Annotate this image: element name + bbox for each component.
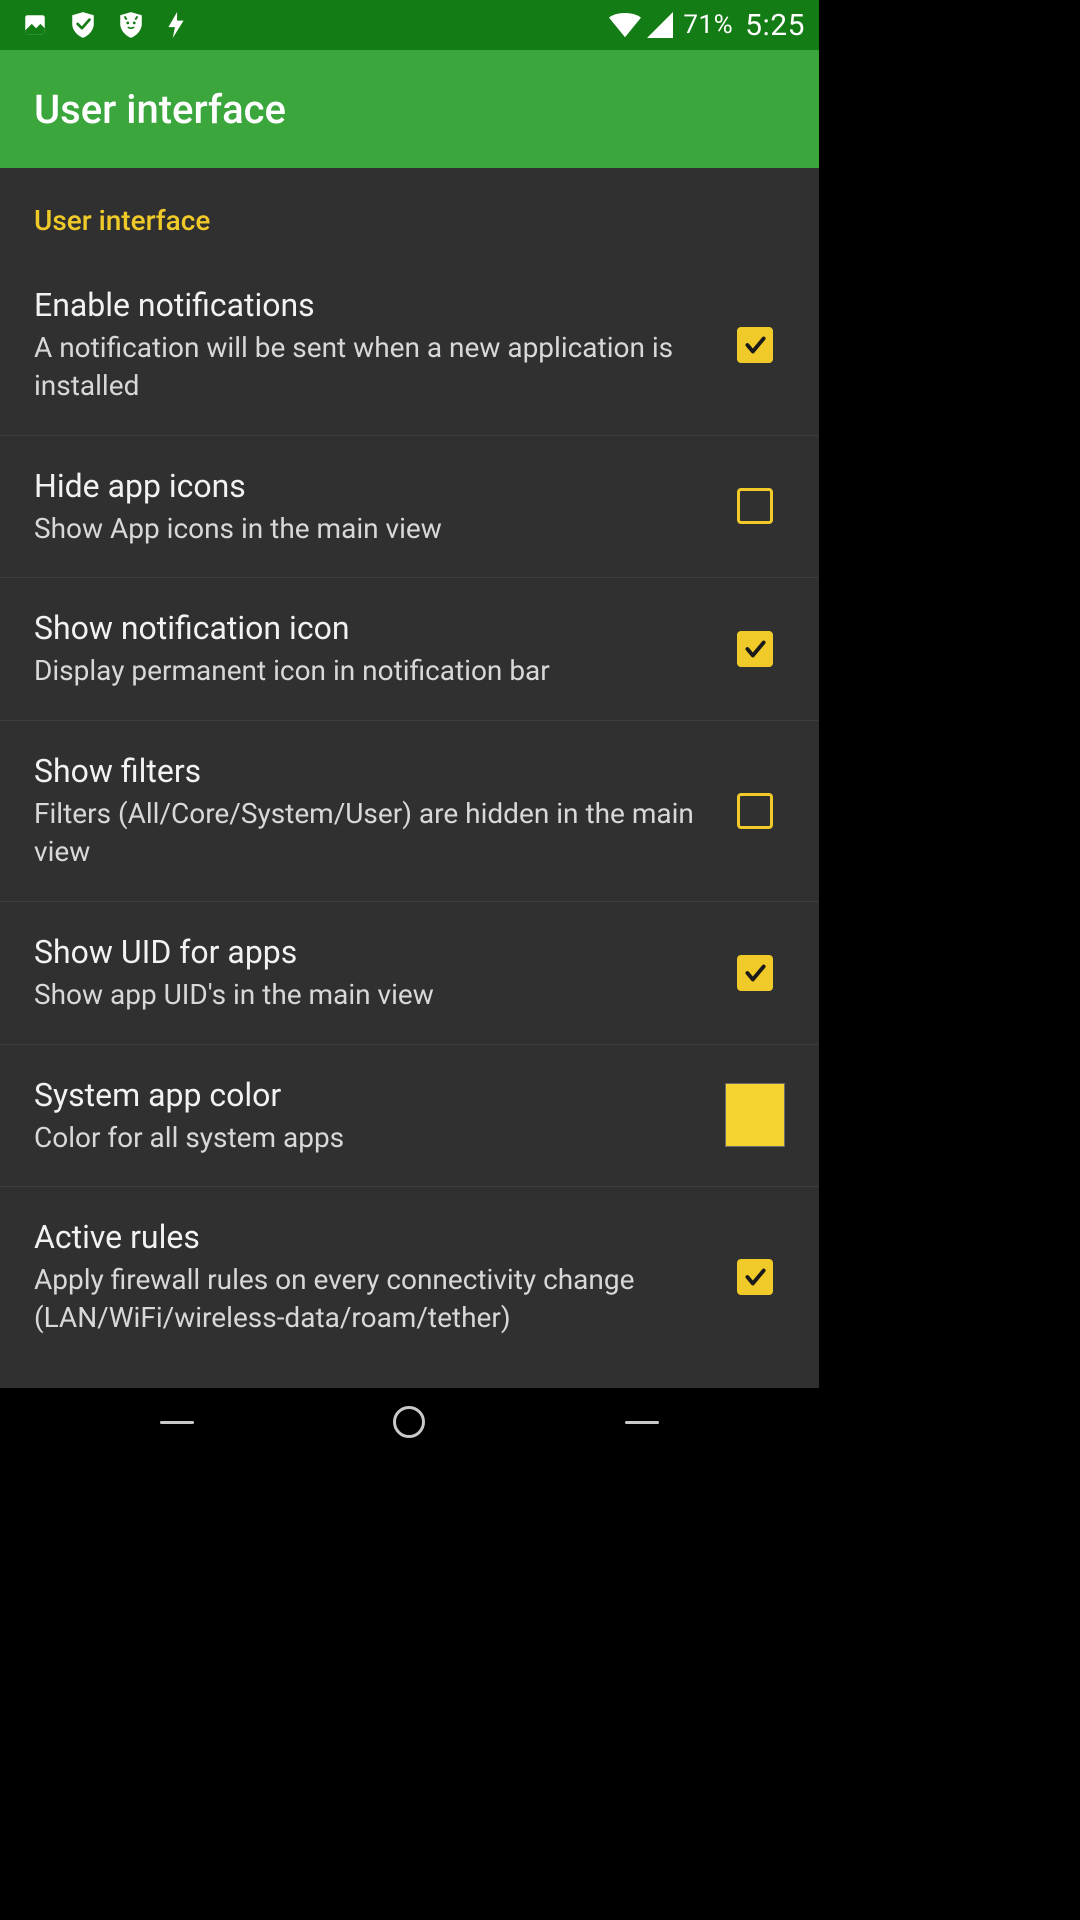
setting-control [725,488,785,524]
setting-subtitle: Show app UID's in the main view [34,976,701,1014]
battery-percentage: 71% [683,10,733,40]
checkbox[interactable] [737,327,773,363]
setting-text: Hide app icons Show App icons in the mai… [34,466,725,548]
settings-list[interactable]: User interface Enable notifications A no… [0,168,819,1388]
setting-title: Show notification icon [34,608,701,648]
setting-subtitle: Display permanent icon in notification b… [34,652,701,690]
clock: 5:25 [745,8,805,43]
setting-row-enable-notifications[interactable]: Enable notifications A notification will… [0,255,819,436]
bolt-icon [166,12,186,38]
setting-title: System app color [34,1075,701,1115]
setting-control [725,1083,785,1147]
nav-back-button[interactable] [160,1421,194,1424]
app-bar: User interface [0,50,819,168]
shield-check-icon [70,11,96,39]
setting-control [725,793,785,829]
nav-home-button[interactable] [393,1406,425,1438]
setting-subtitle: A notification will be sent when a new a… [34,329,701,405]
checkbox[interactable] [737,793,773,829]
checkbox[interactable] [737,955,773,991]
setting-row-show-uid[interactable]: Show UID for apps Show app UID's in the … [0,902,819,1045]
setting-control [725,327,785,363]
setting-row-hide-app-icons[interactable]: Hide app icons Show App icons in the mai… [0,436,819,579]
color-swatch[interactable] [725,1083,785,1147]
setting-text: Enable notifications A notification will… [34,285,725,405]
checkbox[interactable] [737,1259,773,1295]
setting-row-system-app-color[interactable]: System app color Color for all system ap… [0,1045,819,1188]
checkbox[interactable] [737,631,773,667]
status-bar-left [10,11,186,39]
setting-row-active-rules[interactable]: Active rules Apply firewall rules on eve… [0,1187,819,1367]
setting-text: System app color Color for all system ap… [34,1075,725,1157]
navigation-bar [0,1388,819,1456]
setting-subtitle: Apply firewall rules on every connectivi… [34,1261,701,1337]
wifi-icon [609,12,641,38]
page-title: User interface [34,86,286,133]
cellular-icon [647,12,673,38]
setting-text: Show UID for apps Show app UID's in the … [34,932,725,1014]
checkbox[interactable] [737,488,773,524]
setting-subtitle: Show App icons in the main view [34,510,701,548]
setting-title: Show UID for apps [34,932,701,972]
status-bar: 71% 5:25 [0,0,819,50]
setting-row-show-notification-icon[interactable]: Show notification icon Display permanent… [0,578,819,721]
cat-shield-icon [118,11,144,39]
setting-control [725,955,785,991]
setting-title: Enable notifications [34,285,701,325]
gallery-icon [22,12,48,38]
setting-title: Active rules [34,1217,701,1257]
setting-control [725,1259,785,1295]
setting-subtitle: Filters (All/Core/System/User) are hidde… [34,795,701,871]
screen: 71% 5:25 User interface User interface E… [0,0,819,1456]
setting-subtitle: Color for all system apps [34,1119,701,1157]
setting-text: Show notification icon Display permanent… [34,608,725,690]
setting-title: Show filters [34,751,701,791]
nav-recent-button[interactable] [625,1421,659,1424]
status-bar-right: 71% 5:25 [609,8,809,43]
section-header: User interface [0,168,819,255]
setting-title: Hide app icons [34,466,701,506]
setting-control [725,631,785,667]
setting-text: Show filters Filters (All/Core/System/Us… [34,751,725,871]
setting-text: Active rules Apply firewall rules on eve… [34,1217,725,1337]
setting-row-show-filters[interactable]: Show filters Filters (All/Core/System/Us… [0,721,819,902]
